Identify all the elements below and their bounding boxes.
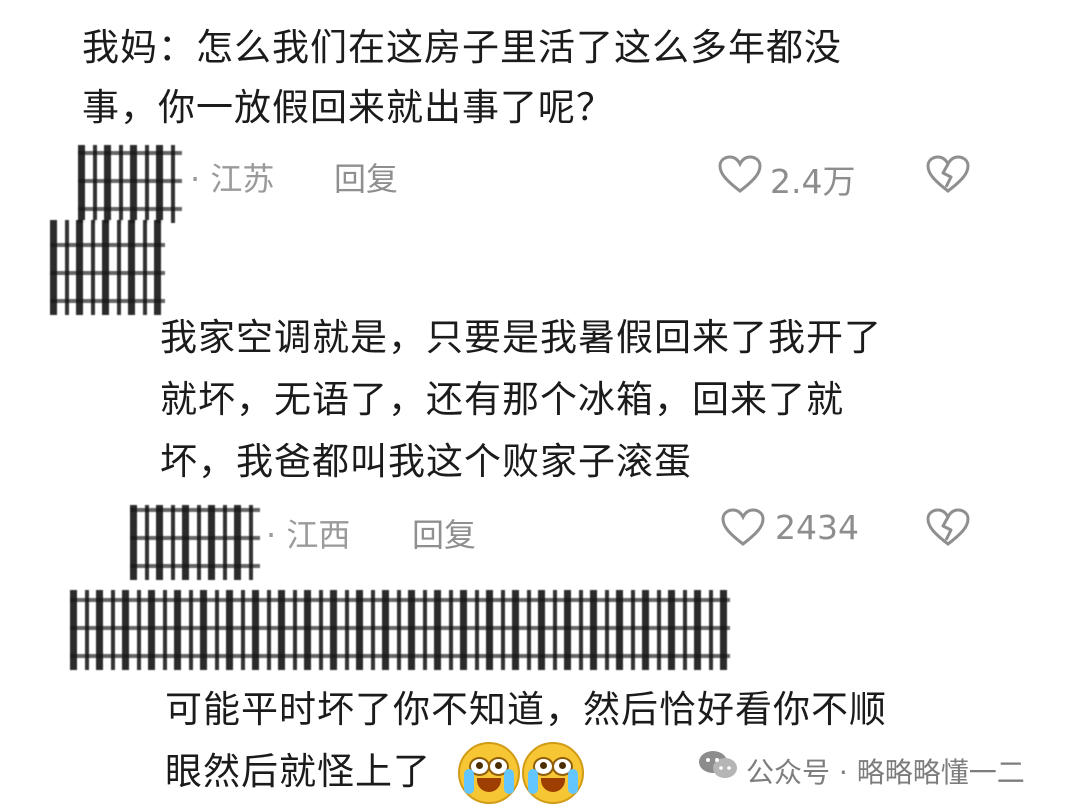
heart-icon[interactable] [717, 155, 763, 195]
comment-1-reply-button[interactable]: 回复 [334, 154, 398, 200]
crying-face-emoji [458, 742, 520, 804]
comment-2-line-2: 就坏，无语了，还有那个冰箱，回来了就 [160, 378, 844, 421]
comment-1-location: · 江苏 [190, 160, 275, 198]
comment-2-reply-button[interactable]: 回复 [412, 510, 476, 556]
comment-3-line-2: 眼然后就怪上了 [165, 750, 431, 793]
username-pixelated [70, 590, 730, 670]
broken-heart-icon[interactable] [925, 155, 971, 195]
comment-2-location: · 江西 [266, 516, 351, 554]
comment-3-line-1: 可能平时坏了你不知道，然后恰好看你不顺 [165, 688, 887, 731]
comment-1-line-1: 我妈：怎么我们在这房子里活了这么多年都没 [82, 26, 842, 69]
heart-icon[interactable] [720, 508, 766, 548]
watermark-text: 公众号 · 略略略懂一二 [746, 756, 1025, 789]
broken-heart-icon[interactable] [925, 508, 971, 548]
comment-2-line-3: 坏，我爸都叫我这个败家子滚蛋 [160, 440, 692, 483]
comment-1-line-2: 事，你一放假回来就出事了呢？ [82, 86, 614, 129]
crying-face-emoji [522, 742, 584, 804]
wechat-icon [697, 748, 739, 788]
comment-1-like-count: 2.4万 [770, 162, 856, 201]
comment-2-like-count: 2434 [775, 508, 859, 547]
comment-2-line-1: 我家空调就是，只要是我暑假回来了我开了 [160, 316, 882, 359]
avatar-pixelated [130, 505, 260, 580]
avatar-pixelated [50, 220, 165, 315]
avatar-pixelated [78, 145, 182, 223]
